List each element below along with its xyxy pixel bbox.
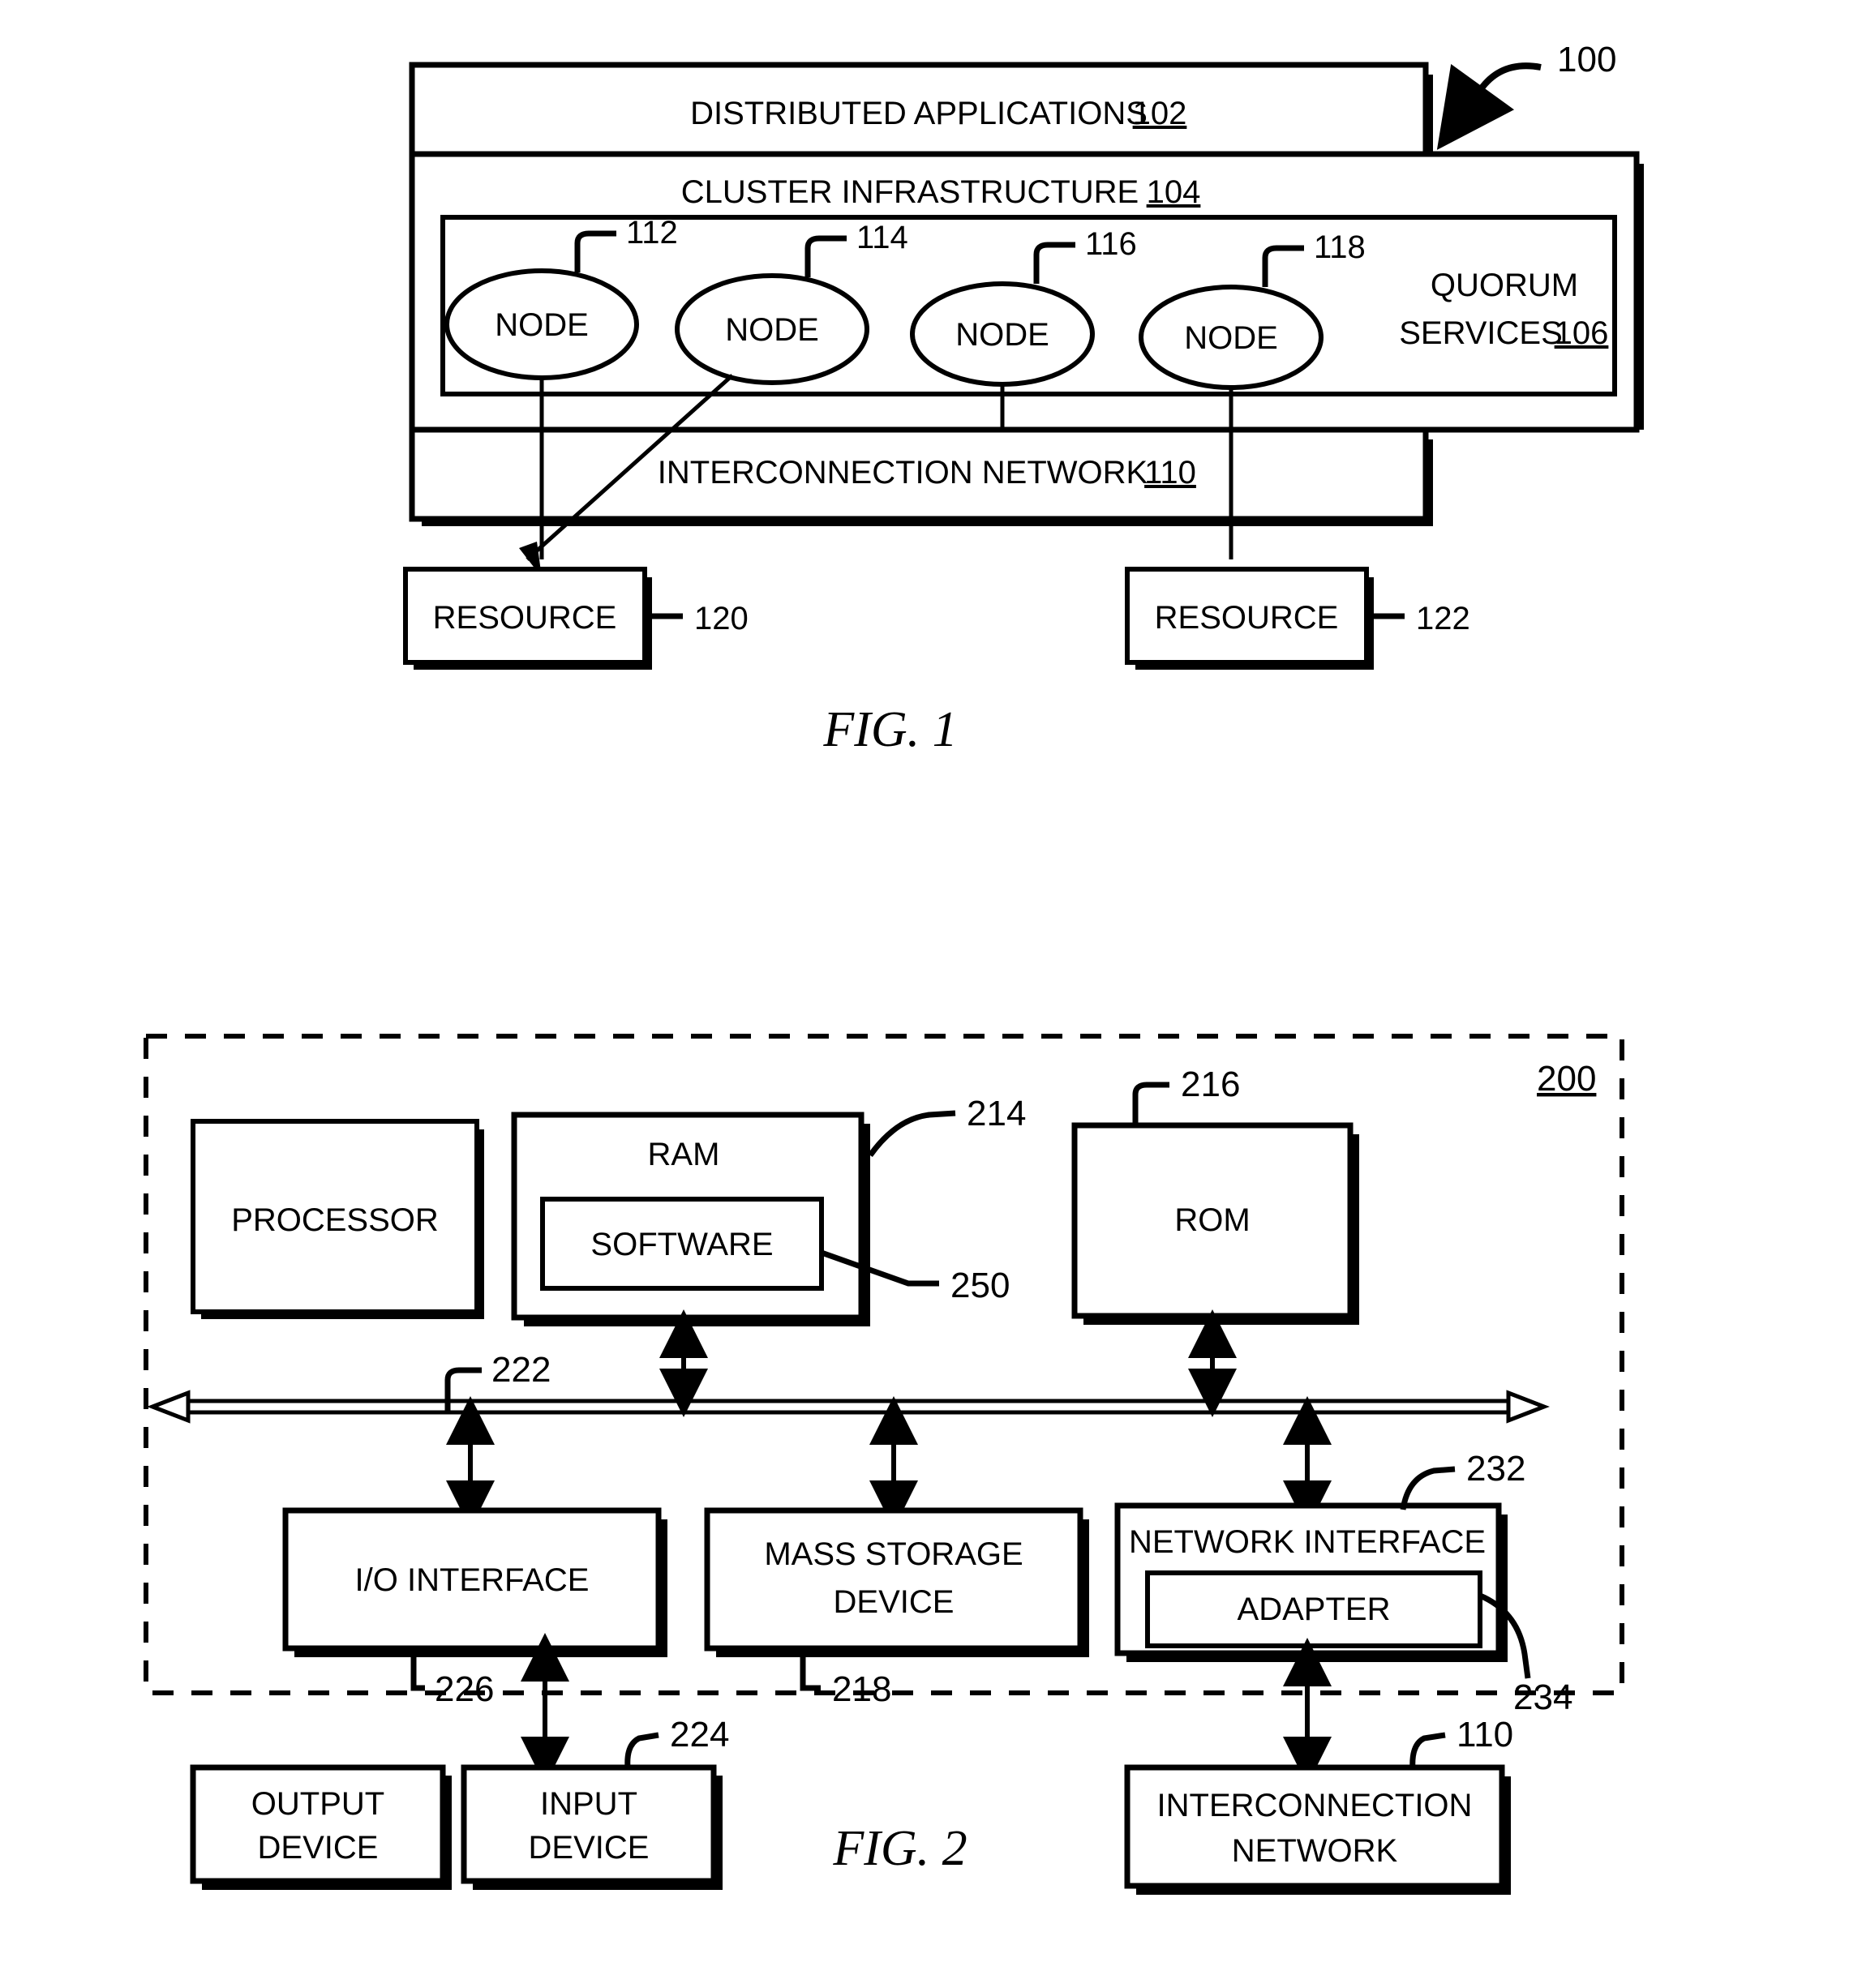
fig2-ref-200: 200	[1537, 1059, 1596, 1099]
fig1-resource-122: RESOURCE 122	[1125, 567, 1470, 670]
figure-2-group: 200 PROCESSOR RAM SOFTWARE 214 250 ROM 2…	[144, 1034, 1624, 1895]
resource-ref-122: 122	[1416, 601, 1470, 636]
mass-storage-ref-218: 218	[832, 1669, 891, 1709]
output-device-label-line1: OUTPUT	[251, 1786, 384, 1822]
figure-2-caption: FIG. 2	[832, 1821, 967, 1876]
interconnection-network-label-line2: NETWORK	[1232, 1833, 1398, 1869]
node-ref-116: 116	[1085, 226, 1137, 262]
network-interface-ref-232: 232	[1466, 1449, 1525, 1489]
figure-1-group: DISTRIBUTED APPLICATIONS 102 CLUSTER INF…	[403, 40, 1644, 757]
fig2-network-interface: NETWORK INTERFACE ADAPTER 232 234	[1114, 1449, 1572, 1717]
interconnection-network-label-line1: INTERCONNECTION	[1157, 1788, 1473, 1823]
fig2-io-interface: I/O INTERFACE 226	[282, 1507, 667, 1709]
quorum-services-label-line2: SERVICES	[1399, 315, 1563, 351]
quorum-services-ref: 106	[1555, 315, 1609, 351]
resource-ref-120: 120	[694, 601, 749, 636]
fig2-rom: ROM 216	[1071, 1065, 1359, 1325]
ram-ref-214: 214	[967, 1094, 1026, 1133]
distributed-applications-label: DISTRIBUTED APPLICATIONS	[690, 96, 1148, 131]
fig2-processor: PROCESSOR	[191, 1119, 484, 1319]
rom-label: ROM	[1174, 1202, 1250, 1238]
fig1-ref-100-leader: 100	[1436, 40, 1616, 150]
node-label-116: NODE	[955, 317, 1049, 353]
input-device-label-line2: DEVICE	[529, 1830, 650, 1866]
mass-storage-label-line2: DEVICE	[834, 1584, 955, 1620]
io-interface-label: I/O INTERFACE	[355, 1562, 590, 1598]
fig1-ref-100: 100	[1557, 40, 1616, 79]
node-label-118: NODE	[1184, 320, 1278, 356]
rom-ref-216: 216	[1181, 1065, 1240, 1104]
cluster-infrastructure-label: CLUSTER INFRASTRUCTURE	[681, 174, 1139, 210]
fig2-input-device: INPUT DEVICE 224	[461, 1715, 729, 1890]
output-device-label-line2: DEVICE	[258, 1830, 379, 1866]
node-ref-118: 118	[1314, 229, 1366, 265]
node-label-114: NODE	[725, 312, 819, 348]
software-ref-250: 250	[950, 1266, 1010, 1305]
adapter-ref-234: 234	[1513, 1677, 1572, 1717]
resource-label-120: RESOURCE	[433, 600, 617, 636]
patent-figure-sheet: DISTRIBUTED APPLICATIONS 102 CLUSTER INF…	[0, 0, 1862, 1988]
cluster-infrastructure-ref: 104	[1147, 174, 1201, 210]
mass-storage-label-line1: MASS STORAGE	[764, 1536, 1023, 1572]
adapter-label: ADAPTER	[1238, 1592, 1391, 1627]
node-ref-112: 112	[626, 215, 678, 251]
node-ref-114: 114	[856, 220, 908, 255]
input-device-ref-224: 224	[670, 1715, 729, 1754]
figure-1-caption: FIG. 1	[822, 702, 957, 757]
interconnection-network-label-fig1: INTERCONNECTION NETWORK	[658, 455, 1148, 491]
fig2-interconnection-network: INTERCONNECTION NETWORK 110	[1124, 1715, 1513, 1895]
quorum-services-label-line1: QUORUM	[1431, 268, 1578, 303]
io-ref-226: 226	[435, 1669, 494, 1709]
fig2-output-device: OUTPUT DEVICE	[190, 1764, 452, 1890]
distributed-applications-ref: 102	[1133, 96, 1187, 131]
input-device-label-line1: INPUT	[540, 1786, 637, 1822]
network-interface-label: NETWORK INTERFACE	[1129, 1524, 1486, 1560]
ram-label: RAM	[648, 1137, 720, 1172]
interconnection-network-ref-fig1: 110	[1144, 455, 1196, 491]
processor-label: PROCESSOR	[231, 1202, 439, 1238]
fig2-mass-storage: MASS STORAGE DEVICE 218	[704, 1507, 1089, 1709]
fig2-bus: 222	[147, 1350, 1550, 1424]
resource-label-122: RESOURCE	[1155, 600, 1339, 636]
interconnection-network-ref-110: 110	[1457, 1715, 1513, 1754]
fig2-ram: RAM SOFTWARE 214 250	[511, 1094, 1026, 1326]
figures-canvas: DISTRIBUTED APPLICATIONS 102 CLUSTER INF…	[144, 40, 1644, 1895]
bus-ref-222: 222	[491, 1350, 551, 1390]
fig1-resource-120: RESOURCE 120	[403, 567, 749, 670]
node-label-112: NODE	[495, 307, 589, 343]
software-label: SOFTWARE	[590, 1227, 773, 1262]
